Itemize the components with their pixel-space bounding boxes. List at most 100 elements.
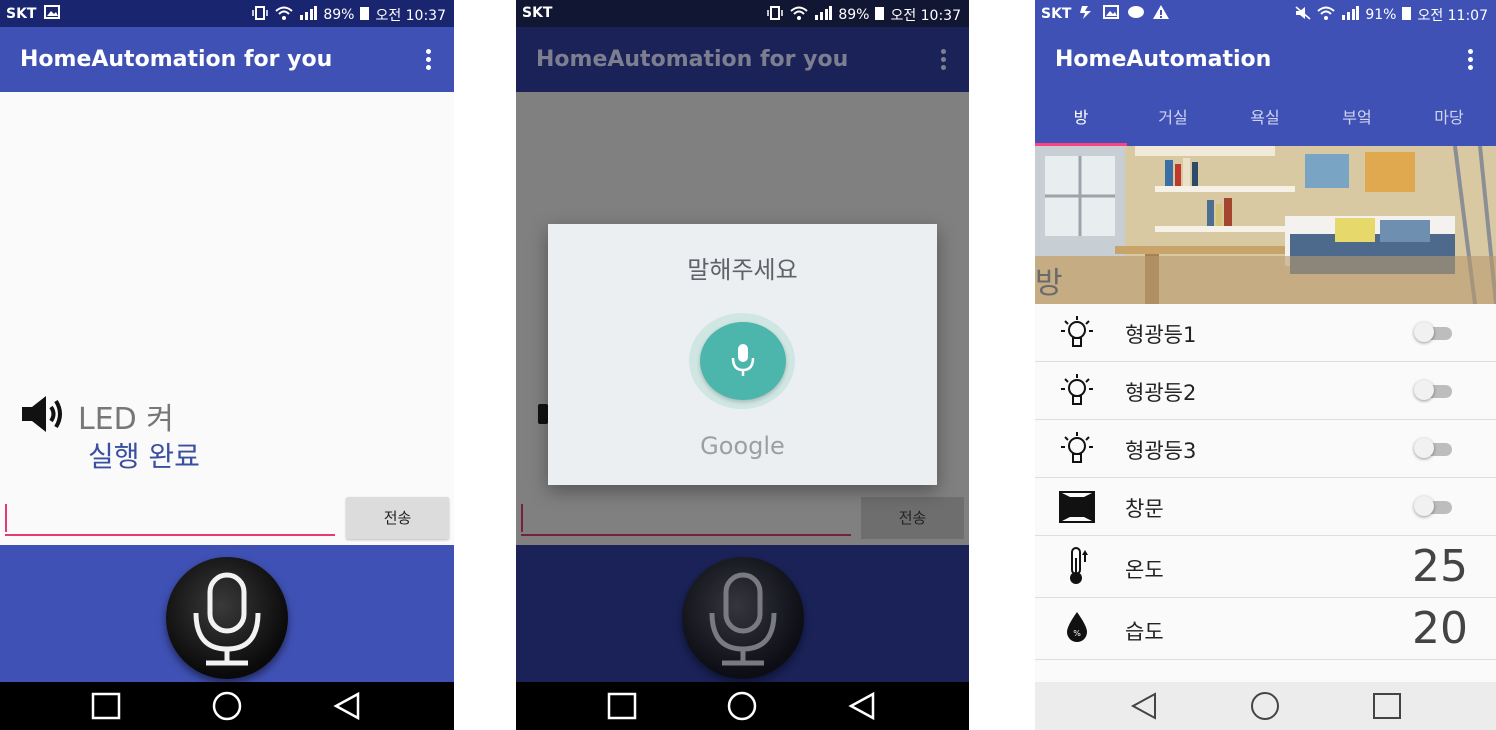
battery-icon: [875, 6, 885, 24]
device-label: 형광등2: [1125, 381, 1197, 405]
device-label: 형광등3: [1125, 439, 1197, 463]
bulb-icon: [1057, 429, 1097, 469]
mute-icon: [1295, 6, 1311, 24]
tab-bathroom[interactable]: 욕실: [1219, 92, 1311, 146]
speaker-icon: [20, 393, 68, 435]
sensor-label: 습도: [1125, 620, 1164, 644]
recognized-command: LED 켜: [78, 402, 174, 437]
command-input[interactable]: [5, 500, 335, 536]
battery-percent: 91%: [1365, 7, 1397, 23]
sensor-label: 온도: [1125, 558, 1164, 582]
bulb-icon: [1057, 313, 1097, 353]
wifi-icon: [790, 6, 808, 24]
home-icon[interactable]: [1235, 682, 1295, 730]
device-row: 형광등2: [1035, 362, 1496, 420]
carrier-label: SKT: [1041, 6, 1072, 22]
app-title: HomeAutomation for you: [536, 47, 849, 72]
screen-voice-result: SKT 89% 오전 10:37 HomeAutomation for you: [0, 0, 454, 730]
svg-text:%: %: [1073, 629, 1081, 638]
warning-icon: [1153, 5, 1170, 23]
app-bar: HomeAutomation for you: [0, 27, 454, 92]
room-photo-label: 방: [1035, 266, 1063, 301]
device-row: 형광등1: [1035, 304, 1496, 362]
overflow-menu-icon: [939, 49, 947, 71]
device-toggle[interactable]: [1414, 496, 1456, 516]
app-title: HomeAutomation for you: [20, 47, 333, 72]
tab-living-room[interactable]: 거실: [1127, 92, 1219, 146]
carrier-label: SKT: [6, 6, 37, 22]
room-tabs: 방 거실 욕실 부엌 마당: [1035, 92, 1496, 146]
vibrate-icon: [766, 6, 784, 24]
microphone-button: [682, 557, 804, 679]
device-toggle[interactable]: [1414, 438, 1456, 458]
send-button[interactable]: 전송: [346, 497, 449, 539]
battery-icon: [360, 6, 370, 24]
speaker-icon: [538, 404, 548, 424]
app-title: HomeAutomation: [1055, 47, 1272, 72]
sensor-row: 온도 25: [1035, 536, 1496, 598]
signal-icon: [1341, 6, 1360, 24]
tab-room[interactable]: 방: [1035, 92, 1127, 146]
sensor-value: 25: [1412, 541, 1468, 592]
clock: 오전 10:37: [890, 8, 961, 24]
recents-icon[interactable]: [1357, 682, 1417, 730]
execution-result: 실행 완료: [88, 440, 200, 473]
overflow-menu-icon[interactable]: [1466, 49, 1474, 71]
humidity-icon: %: [1057, 608, 1097, 648]
google-logo: Google: [700, 432, 785, 460]
screen-room-devices: SKT 91% 오전 11:07 HomeAutomation 방 거실 욕실 …: [1035, 0, 1496, 730]
sensor-row: % 습도 20: [1035, 598, 1496, 660]
talk-icon: [1127, 5, 1145, 23]
thermometer-icon: [1057, 546, 1097, 586]
device-toggle[interactable]: [1414, 322, 1456, 342]
system-nav-bar: [0, 682, 454, 730]
battery-icon: [1402, 6, 1412, 24]
tab-kitchen[interactable]: 부엌: [1311, 92, 1403, 146]
window-icon: [1057, 487, 1097, 527]
battery-percent: 89%: [838, 7, 870, 23]
bulb-icon: [1057, 371, 1097, 411]
room-photo: 방: [1035, 146, 1496, 304]
device-label: 창문: [1125, 497, 1164, 521]
back-icon[interactable]: [318, 682, 378, 730]
gallery-icon: [1103, 5, 1120, 23]
status-bar: SKT 89% 오전 10:37: [0, 0, 454, 27]
clock: 오전 11:07: [1417, 8, 1488, 24]
gallery-icon: [44, 5, 61, 23]
carrier-label: SKT: [522, 5, 553, 21]
signal-icon: [299, 6, 318, 24]
status-bar: SKT 89% 오전 10:37: [516, 0, 969, 27]
system-nav-bar: [1035, 682, 1496, 730]
tab-yard[interactable]: 마당: [1403, 92, 1495, 146]
screen-voice-dialog: SKT 89% 오전 10:37 HomeAutomation for you …: [516, 0, 969, 730]
back-icon[interactable]: [833, 682, 893, 730]
app-bar: HomeAutomation: [1035, 27, 1496, 92]
send-button: 전송: [861, 497, 964, 539]
recents-icon[interactable]: [77, 682, 137, 730]
wifi-icon: [275, 6, 293, 24]
mic-panel: [516, 545, 969, 682]
system-nav-bar: [516, 682, 969, 730]
speech-dialog: 말해주세요 Google: [548, 224, 937, 485]
overflow-menu-icon[interactable]: [424, 49, 432, 71]
device-toggle[interactable]: [1414, 380, 1456, 400]
wifi-icon: [1317, 6, 1335, 24]
status-bar: SKT 91% 오전 11:07: [1035, 0, 1496, 27]
command-input: [521, 500, 851, 536]
home-icon[interactable]: [712, 682, 772, 730]
speech-prompt: 말해주세요: [687, 256, 798, 284]
clock: 오전 10:37: [375, 8, 446, 24]
home-icon[interactable]: [197, 682, 257, 730]
listening-mic-button[interactable]: [700, 322, 786, 400]
battery-percent: 89%: [323, 7, 355, 23]
app-bar: HomeAutomation for you: [516, 27, 969, 92]
sensor-value: 20: [1412, 603, 1468, 654]
device-row: 형광등3: [1035, 420, 1496, 478]
device-row: 창문: [1035, 478, 1496, 536]
recents-icon[interactable]: [593, 682, 653, 730]
vibrate-icon: [251, 6, 269, 24]
mic-panel: [0, 545, 454, 682]
flash-icon: [1079, 5, 1095, 23]
microphone-button[interactable]: [166, 557, 288, 679]
back-icon[interactable]: [1115, 682, 1175, 730]
